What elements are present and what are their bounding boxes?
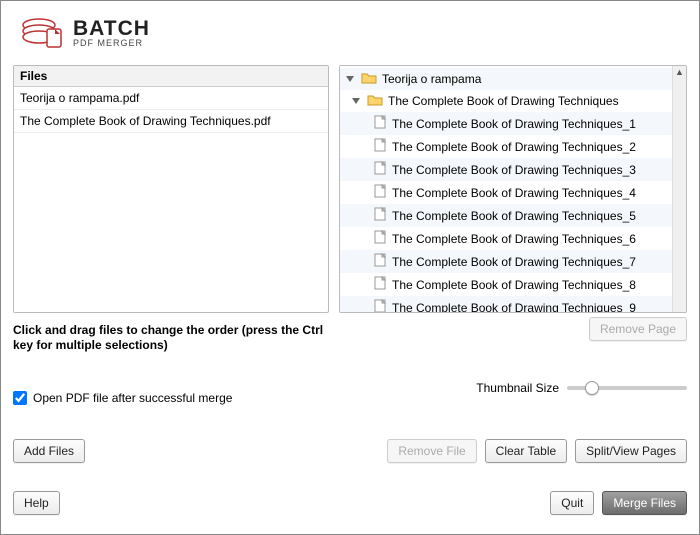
- tree-page-label: The Complete Book of Drawing Techniques_…: [392, 186, 636, 200]
- slider-thumb[interactable]: [585, 381, 599, 395]
- thumbnail-size-slider[interactable]: [567, 386, 687, 390]
- tree-page-row[interactable]: The Complete Book of Drawing Techniques_…: [340, 204, 672, 227]
- file-action-group: Remove File Clear Table Split/View Pages: [387, 439, 687, 463]
- split-view-pages-button[interactable]: Split/View Pages: [575, 439, 687, 463]
- app-logo-text: BATCH PDF MERGER: [73, 18, 150, 48]
- page-icon: [374, 161, 387, 178]
- options-row: Open PDF file after successful merge Thu…: [13, 371, 687, 405]
- file-row[interactable]: Teorija o rampama.pdf: [14, 87, 328, 110]
- files-panel-header: Files: [14, 66, 328, 87]
- quit-button[interactable]: Quit: [550, 491, 594, 515]
- tree-folder-row[interactable]: The Complete Book of Drawing Techniques: [340, 90, 672, 112]
- tree-page-row[interactable]: The Complete Book of Drawing Techniques_…: [340, 112, 672, 135]
- bottom-row: Help Quit Merge Files: [13, 491, 687, 515]
- help-button[interactable]: Help: [13, 491, 60, 515]
- panels: Files Teorija o rampama.pdf The Complete…: [13, 65, 687, 313]
- tree-scrollbar[interactable]: ▲: [672, 66, 686, 312]
- tree-page-label: The Complete Book of Drawing Techniques_…: [392, 117, 636, 131]
- bottom-action-group: Quit Merge Files: [550, 491, 687, 515]
- disclosure-icon[interactable]: [346, 76, 354, 82]
- pages-tree-panel: Teorija o rampama The Complete Book of D…: [339, 65, 687, 313]
- remove-file-button[interactable]: Remove File: [387, 439, 476, 463]
- page-icon: [374, 184, 387, 201]
- thumbnail-size-label: Thumbnail Size: [476, 381, 559, 395]
- scroll-up-icon[interactable]: ▲: [675, 66, 684, 78]
- file-list[interactable]: Teorija o rampama.pdf The Complete Book …: [14, 87, 328, 312]
- tree-page-label: The Complete Book of Drawing Techniques_…: [392, 140, 636, 154]
- reorder-hint: Click and drag files to change the order…: [13, 323, 343, 353]
- folder-icon: [367, 93, 383, 109]
- tree-page-row[interactable]: The Complete Book of Drawing Techniques_…: [340, 135, 672, 158]
- tree-page-label: The Complete Book of Drawing Techniques_…: [392, 301, 636, 313]
- page-icon: [374, 138, 387, 155]
- app-logo-icon: [19, 13, 67, 53]
- tree-page-row[interactable]: The Complete Book of Drawing Techniques_…: [340, 158, 672, 181]
- page-icon: [374, 299, 387, 312]
- merge-files-button[interactable]: Merge Files: [602, 491, 687, 515]
- tree-page-row[interactable]: The Complete Book of Drawing Techniques_…: [340, 273, 672, 296]
- logo-sub: PDF MERGER: [73, 39, 150, 48]
- tree-folder-row[interactable]: Teorija o rampama: [340, 68, 672, 90]
- file-row[interactable]: The Complete Book of Drawing Techniques.…: [14, 110, 328, 133]
- add-files-button[interactable]: Add Files: [13, 439, 85, 463]
- page-icon: [374, 253, 387, 270]
- open-after-merge-label: Open PDF file after successful merge: [33, 391, 232, 405]
- files-panel: Files Teorija o rampama.pdf The Complete…: [13, 65, 329, 313]
- tree-page-label: The Complete Book of Drawing Techniques_…: [392, 163, 636, 177]
- tree-page-label: The Complete Book of Drawing Techniques_…: [392, 209, 636, 223]
- remove-page-button[interactable]: Remove Page: [589, 317, 687, 341]
- open-after-merge-checkbox[interactable]: Open PDF file after successful merge: [13, 391, 232, 405]
- app-header: BATCH PDF MERGER: [13, 9, 687, 61]
- folder-icon: [361, 71, 377, 87]
- page-icon: [374, 115, 387, 132]
- open-after-merge-input[interactable]: [13, 391, 27, 405]
- tree-page-label: The Complete Book of Drawing Techniques_…: [392, 278, 636, 292]
- tree-folder-label: The Complete Book of Drawing Techniques: [388, 94, 619, 108]
- page-icon: [374, 276, 387, 293]
- thumbnail-size-control: Thumbnail Size: [476, 381, 687, 395]
- tree-page-row[interactable]: The Complete Book of Drawing Techniques_…: [340, 250, 672, 273]
- app-window: BATCH PDF MERGER Files Teorija o rampama…: [0, 0, 700, 535]
- tree-page-row[interactable]: The Complete Book of Drawing Techniques_…: [340, 227, 672, 250]
- page-icon: [374, 230, 387, 247]
- logo-main: BATCH: [73, 18, 150, 39]
- page-icon: [374, 207, 387, 224]
- disclosure-icon[interactable]: [352, 98, 360, 104]
- pages-tree[interactable]: Teorija o rampama The Complete Book of D…: [340, 66, 686, 312]
- below-panels-row: Click and drag files to change the order…: [13, 317, 687, 353]
- tree-page-label: The Complete Book of Drawing Techniques_…: [392, 255, 636, 269]
- tree-page-row[interactable]: The Complete Book of Drawing Techniques_…: [340, 296, 672, 312]
- tree-page-label: The Complete Book of Drawing Techniques_…: [392, 232, 636, 246]
- file-action-row: Add Files Remove File Clear Table Split/…: [13, 439, 687, 463]
- tree-folder-label: Teorija o rampama: [382, 72, 481, 86]
- tree-page-row[interactable]: The Complete Book of Drawing Techniques_…: [340, 181, 672, 204]
- clear-table-button[interactable]: Clear Table: [485, 439, 567, 463]
